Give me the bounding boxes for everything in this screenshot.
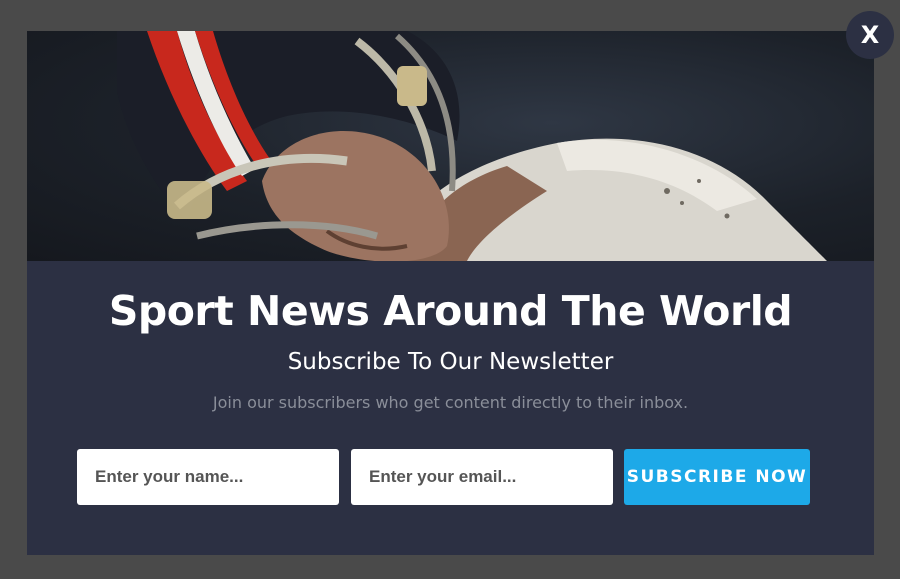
popup-tagline: Join our subscribers who get content dir… (212, 393, 689, 412)
email-input[interactable] (351, 449, 613, 505)
popup-subtitle: Subscribe To Our Newsletter (287, 349, 614, 375)
newsletter-popup: Sport News Around The World Subscribe To… (27, 31, 874, 555)
subscribe-button[interactable]: SUBSCRIBE NOW (624, 449, 810, 505)
hero-image (27, 31, 874, 261)
popup-title: Sport News Around The World (108, 287, 793, 335)
close-icon: X (860, 21, 880, 49)
close-button[interactable]: X (846, 11, 894, 59)
name-input[interactable] (77, 449, 339, 505)
